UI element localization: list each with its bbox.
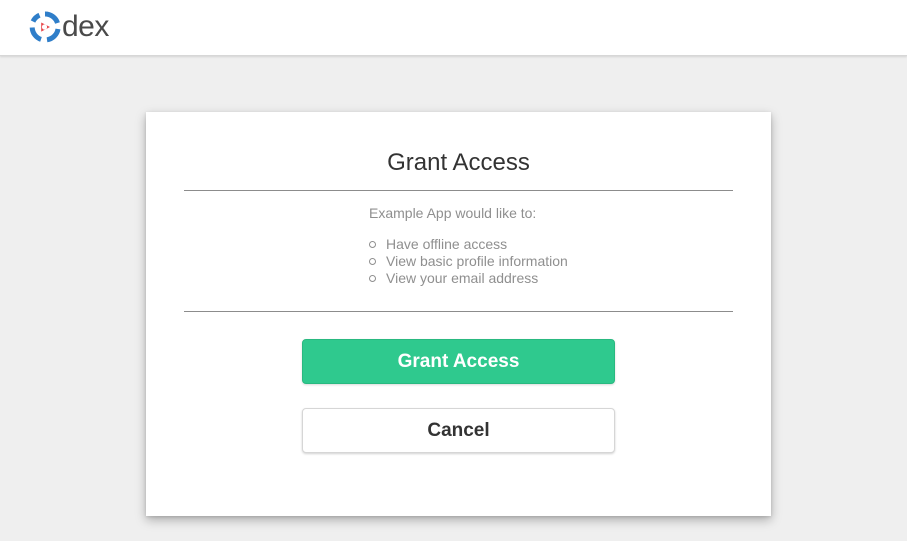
top-bar: dex — [0, 0, 907, 56]
title-divider — [184, 190, 733, 191]
page-title: Grant Access — [387, 149, 530, 176]
dex-logo[interactable]: dex — [29, 10, 109, 44]
scope-label: Have offline access — [386, 236, 508, 252]
grant-access-button[interactable]: Grant Access — [302, 339, 615, 384]
list-item: Have offline access — [369, 236, 568, 253]
circle-bullet-icon — [369, 258, 376, 265]
cancel-button[interactable]: Cancel — [302, 408, 615, 453]
circle-bullet-icon — [369, 241, 376, 248]
list-item: View your email address — [369, 270, 568, 287]
dex-logo-icon — [29, 11, 61, 43]
scope-label: View basic profile information — [386, 253, 568, 269]
scope-label: View your email address — [386, 270, 539, 286]
list-item: View basic profile information — [369, 253, 568, 270]
circle-bullet-icon — [369, 275, 376, 282]
logo-text: dex — [62, 10, 109, 43]
intro-text: Example App would like to: — [369, 205, 537, 221]
scope-list: Have offline access View basic profile i… — [369, 236, 568, 287]
buttons-divider — [184, 311, 733, 312]
grant-access-card: Grant Access Example App would like to: … — [146, 112, 771, 516]
